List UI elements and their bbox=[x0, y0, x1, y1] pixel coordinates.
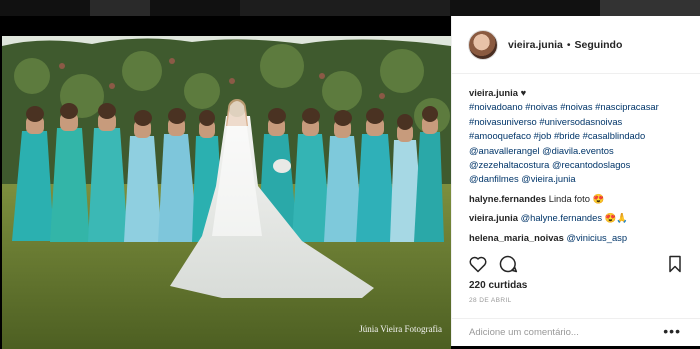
comment-username[interactable]: helena_maria_noivas bbox=[469, 232, 564, 243]
wedding-photo-illustration: Júnia Vieira Fotografia bbox=[2, 36, 451, 349]
caption-line[interactable]: @danfilmes @vieira.junia bbox=[469, 172, 684, 186]
background-thumbnail bbox=[600, 0, 700, 16]
top-strip bbox=[0, 0, 700, 16]
caption-heart: ♥ bbox=[520, 87, 527, 98]
post-photo[interactable]: Júnia Vieira Fotografia bbox=[2, 36, 451, 349]
heart-icon[interactable] bbox=[468, 254, 488, 274]
background-thumbnail bbox=[240, 0, 450, 16]
caption-line[interactable]: #noivasuniverso #universodasnoivas bbox=[469, 115, 684, 129]
following-button[interactable]: Seguindo bbox=[575, 39, 623, 51]
caption-line[interactable]: @anavallerangel @diavila.eventos bbox=[469, 144, 684, 158]
avatar[interactable] bbox=[468, 29, 498, 60]
more-options-icon[interactable]: ••• bbox=[663, 323, 681, 339]
comment-text[interactable]: @vinicius_asp bbox=[566, 232, 627, 243]
comment-username[interactable]: halyne.fernandes bbox=[469, 193, 546, 204]
add-comment-bar: Adicione um comentário... ••• bbox=[452, 318, 700, 346]
caption-username[interactable]: vieira.junia bbox=[469, 87, 518, 98]
comment-item: helena_maria_noivas @vinicius_asp bbox=[469, 231, 684, 245]
background-thumbnail bbox=[90, 0, 150, 16]
caption-line[interactable]: @zezehaltacostura @recantodoslagos bbox=[469, 158, 684, 172]
comment-text[interactable]: @halyne.fernandes 😍🙏 bbox=[521, 212, 628, 223]
header-separator: • bbox=[566, 38, 571, 51]
post-media: Júnia Vieira Fotografia bbox=[0, 16, 451, 349]
header-username[interactable]: vieira.junia bbox=[508, 39, 563, 51]
post-sidebar: vieira.junia • Seguindo vieira.junia ♥ #… bbox=[451, 16, 700, 346]
post-date[interactable]: 28 DE ABRIL bbox=[469, 297, 512, 304]
comment-username[interactable]: vieira.junia bbox=[469, 212, 518, 223]
add-comment-input[interactable]: Adicione um comentário... bbox=[469, 327, 579, 338]
bookmark-icon[interactable] bbox=[665, 254, 685, 274]
caption: vieira.junia ♥ #noivadoano #noivas #noiv… bbox=[469, 86, 684, 187]
caption-line[interactable]: #noivadoano #noivas #noivas #nascipracas… bbox=[469, 100, 684, 114]
photo-watermark: Júnia Vieira Fotografia bbox=[359, 324, 442, 334]
comment-item: halyne.fernandes Linda foto 😍 bbox=[469, 192, 684, 206]
likes-count[interactable]: 220 curtidas bbox=[469, 280, 527, 291]
caption-line[interactable]: #amooquefaco #job #bride #casalblindado bbox=[469, 129, 684, 143]
comment-icon[interactable] bbox=[498, 254, 518, 274]
comment-item: vieira.junia @halyne.fernandes 😍🙏 bbox=[469, 211, 684, 225]
post-header: vieira.junia • Seguindo bbox=[452, 16, 700, 74]
comment-text: Linda foto 😍 bbox=[548, 192, 605, 204]
post-actions bbox=[468, 254, 685, 278]
